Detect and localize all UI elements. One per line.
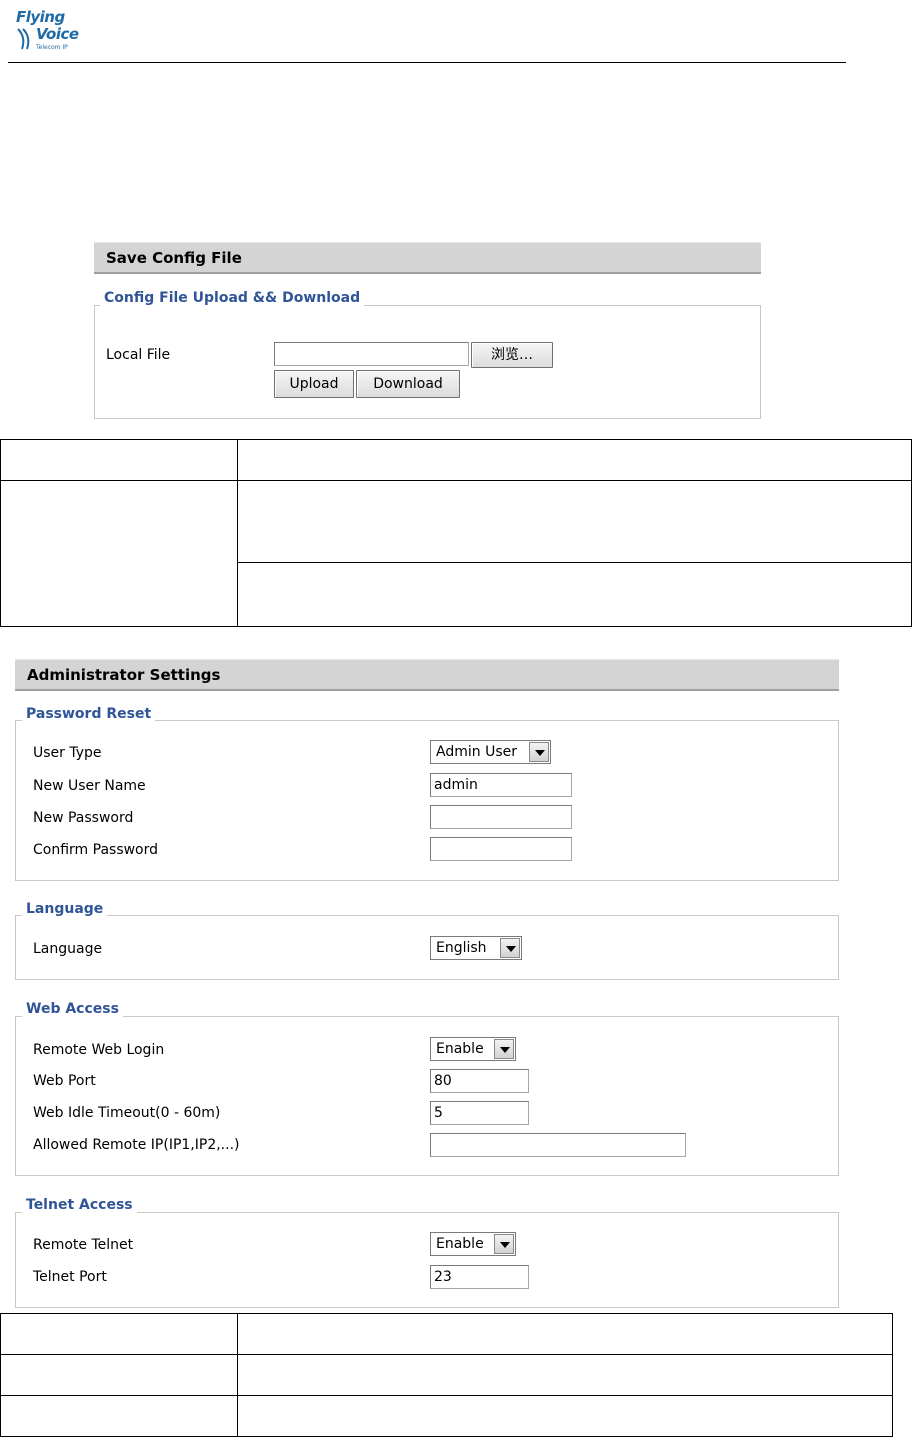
table-cell bbox=[237, 480, 912, 563]
new-password-input[interactable] bbox=[430, 805, 572, 829]
table-cell bbox=[237, 562, 912, 627]
browse-button[interactable]: 浏览… bbox=[471, 342, 553, 368]
admin-settings-header: Administrator Settings bbox=[15, 659, 839, 691]
table-cell bbox=[0, 480, 238, 627]
table-cell bbox=[237, 1395, 893, 1437]
chevron-down-icon[interactable] bbox=[494, 1234, 514, 1254]
web-idle-timeout-label: Web Idle Timeout(0 - 60m) bbox=[33, 1105, 221, 1121]
user-type-select[interactable]: Admin User bbox=[430, 740, 551, 764]
remote-telnet-select[interactable]: Enable bbox=[430, 1232, 516, 1256]
allowed-remote-ip-label: Allowed Remote IP(IP1,IP2,...) bbox=[33, 1137, 240, 1153]
web-access-legend: Web Access bbox=[22, 1000, 123, 1018]
config-file-legend: Config File Upload && Download bbox=[100, 289, 365, 307]
web-idle-timeout-input[interactable]: 5 bbox=[430, 1101, 529, 1125]
user-type-label: User Type bbox=[33, 745, 102, 761]
logo-line1: Flying bbox=[16, 8, 65, 26]
local-file-input[interactable] bbox=[274, 342, 469, 366]
language-select[interactable]: English bbox=[430, 936, 522, 960]
table-cell bbox=[0, 1313, 238, 1355]
table-cell bbox=[237, 1313, 893, 1355]
logo-line2: Voice bbox=[36, 25, 79, 43]
table-cell bbox=[237, 439, 912, 481]
allowed-remote-ip-input[interactable] bbox=[430, 1133, 686, 1157]
table-cell bbox=[0, 1354, 238, 1396]
language-fieldset bbox=[15, 915, 839, 980]
upload-button[interactable]: Upload bbox=[274, 370, 354, 398]
new-password-label: New Password bbox=[33, 810, 134, 826]
logo-wave-icon bbox=[17, 28, 30, 50]
telnet-port-label: Telnet Port bbox=[33, 1269, 107, 1285]
remote-web-login-value: Enable bbox=[436, 1041, 484, 1057]
confirm-password-label: Confirm Password bbox=[33, 842, 159, 858]
new-user-name-label: New User Name bbox=[33, 778, 146, 794]
header-divider bbox=[8, 62, 846, 63]
logo-tagline: Telecom IP bbox=[36, 44, 68, 51]
telnet-access-fieldset bbox=[15, 1212, 839, 1308]
new-user-name-input[interactable]: admin bbox=[430, 773, 572, 797]
table-cell bbox=[0, 439, 238, 481]
user-type-value: Admin User bbox=[436, 744, 517, 760]
table-cell bbox=[0, 1395, 238, 1437]
remote-web-login-select[interactable]: Enable bbox=[430, 1037, 516, 1061]
language-legend: Language bbox=[22, 900, 108, 918]
web-port-input[interactable]: 80 bbox=[430, 1069, 529, 1093]
local-file-label: Local File bbox=[106, 347, 171, 363]
flying-voice-logo: Flying Voice Telecom IP bbox=[16, 2, 86, 58]
telnet-port-input[interactable]: 23 bbox=[430, 1265, 529, 1289]
remote-telnet-label: Remote Telnet bbox=[33, 1237, 134, 1253]
remote-telnet-value: Enable bbox=[436, 1236, 484, 1252]
password-reset-legend: Password Reset bbox=[22, 705, 156, 723]
chevron-down-icon[interactable] bbox=[500, 938, 520, 958]
chevron-down-icon[interactable] bbox=[529, 742, 549, 762]
remote-web-login-label: Remote Web Login bbox=[33, 1042, 165, 1058]
download-button[interactable]: Download bbox=[356, 370, 460, 398]
web-port-label: Web Port bbox=[33, 1073, 96, 1089]
language-label: Language bbox=[33, 941, 103, 957]
save-config-header: Save Config File bbox=[94, 242, 761, 274]
table-cell bbox=[237, 1354, 893, 1396]
confirm-password-input[interactable] bbox=[430, 837, 572, 861]
chevron-down-icon[interactable] bbox=[494, 1039, 514, 1059]
telnet-access-legend: Telnet Access bbox=[22, 1196, 137, 1214]
language-value: English bbox=[436, 940, 487, 956]
